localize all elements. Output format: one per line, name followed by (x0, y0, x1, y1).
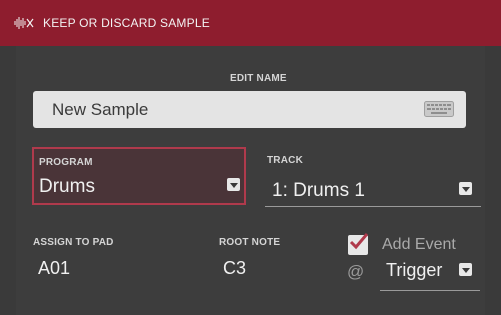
waveform-scissors-icon (14, 16, 34, 30)
add-event-label: Add Event (382, 236, 456, 253)
track-value: 1: Drums 1 (272, 180, 365, 201)
edit-name-label: EDIT NAME (230, 73, 287, 84)
root-note-value[interactable]: C3 (223, 258, 246, 279)
root-note-label: ROOT NOTE (219, 237, 281, 248)
track-underline (265, 206, 481, 207)
program-value: Drums (39, 176, 95, 197)
chevron-down-icon (459, 182, 472, 195)
dialog-title: KEEP OR DISCARD SAMPLE (43, 16, 210, 30)
assign-to-pad-label: ASSIGN TO PAD (33, 237, 114, 248)
assign-to-pad-value[interactable]: A01 (38, 258, 70, 279)
trigger-dropdown[interactable]: Trigger (380, 256, 480, 292)
chevron-down-icon (459, 263, 472, 276)
program-dropdown[interactable]: PROGRAM Drums (32, 147, 246, 205)
title-bar: KEEP OR DISCARD SAMPLE (0, 0, 501, 46)
name-field[interactable]: New Sample (33, 91, 466, 128)
track-label: TRACK (267, 155, 303, 166)
chevron-down-icon (227, 178, 240, 191)
track-dropdown[interactable]: 1: Drums 1 (265, 170, 481, 207)
name-value: New Sample (52, 100, 149, 119)
trigger-underline (380, 290, 480, 291)
keyboard-icon[interactable] (424, 101, 454, 122)
at-sign: @ (347, 262, 365, 281)
trigger-value: Trigger (386, 260, 443, 280)
add-event-checkbox[interactable] (348, 233, 368, 255)
program-label: PROGRAM (39, 157, 93, 168)
dialog-panel: EDIT NAME New Sample PROGRAM Drums TRACK… (16, 46, 485, 315)
